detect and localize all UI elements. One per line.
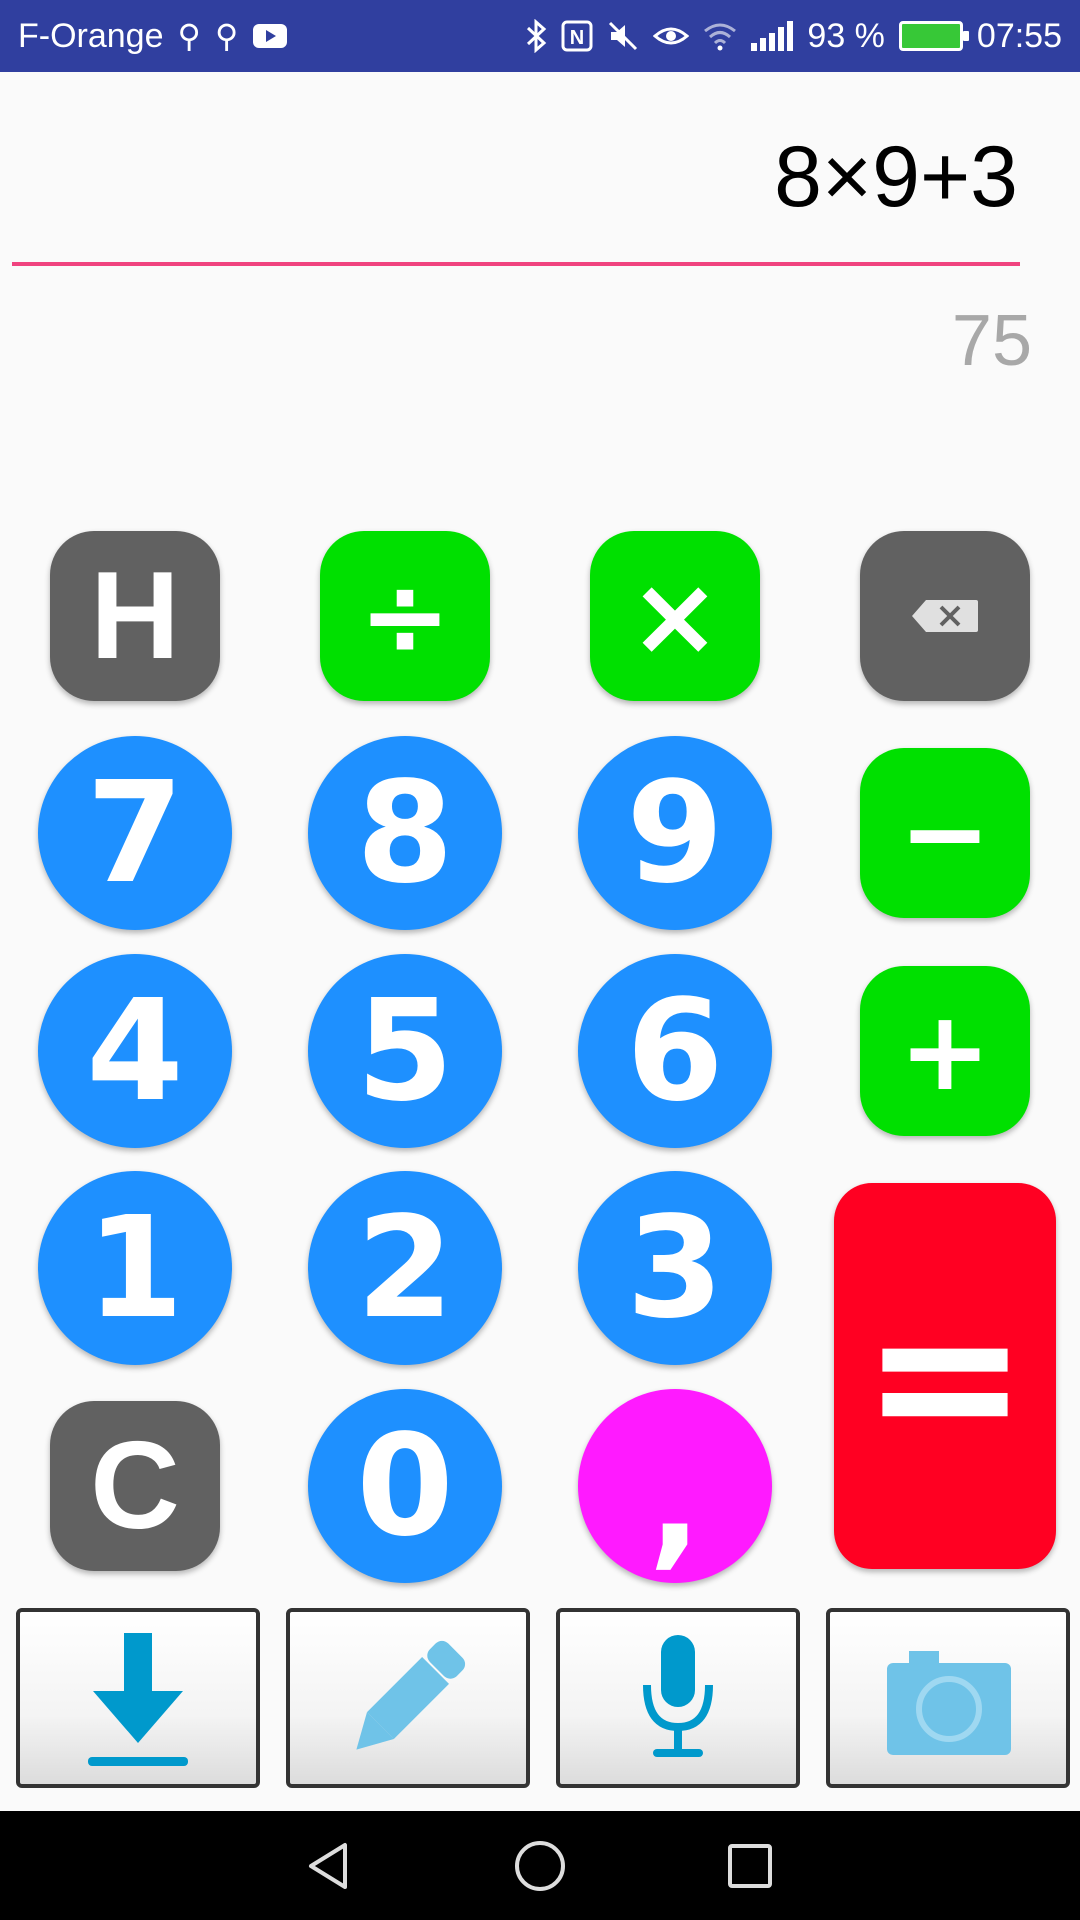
back-button[interactable] bbox=[300, 1836, 360, 1896]
digit-7-label: 7 bbox=[86, 751, 184, 915]
save-button[interactable] bbox=[16, 1608, 260, 1788]
recents-button[interactable] bbox=[720, 1836, 780, 1896]
home-button[interactable] bbox=[510, 1836, 570, 1896]
digit-5-label: 5 bbox=[356, 969, 454, 1133]
digit-9-button[interactable]: 9 bbox=[578, 736, 772, 930]
plus-button-label: + bbox=[898, 987, 992, 1115]
digit-6-button[interactable]: 6 bbox=[578, 954, 772, 1148]
history-button[interactable]: H bbox=[50, 531, 220, 701]
plus-button[interactable]: + bbox=[860, 966, 1030, 1136]
recents-icon bbox=[728, 1843, 772, 1888]
status-left: F-Orange ⚲ ⚲ bbox=[18, 17, 288, 56]
clear-button-label: C bbox=[90, 1417, 180, 1555]
signal-strength-icon bbox=[751, 21, 794, 51]
equals-button-label: = bbox=[861, 1259, 1029, 1493]
voice-input-button[interactable] bbox=[556, 1608, 800, 1788]
minus-button-label: − bbox=[898, 769, 992, 897]
digit-4-label: 4 bbox=[86, 969, 184, 1133]
digit-7-button[interactable]: 7 bbox=[38, 736, 232, 930]
backspace-icon bbox=[912, 600, 978, 632]
digit-8-button[interactable]: 8 bbox=[308, 736, 502, 930]
expression-input[interactable]: 8×9+3 bbox=[774, 128, 1018, 227]
battery-icon bbox=[898, 21, 969, 51]
digit-3-button[interactable]: 3 bbox=[578, 1171, 772, 1365]
wifi-icon bbox=[704, 23, 737, 51]
camera-button[interactable] bbox=[826, 1608, 1070, 1788]
digit-2-label: 2 bbox=[356, 1186, 454, 1350]
carrier-name: F-Orange bbox=[18, 16, 164, 55]
pencil-icon bbox=[356, 1640, 466, 1750]
bluetooth-icon bbox=[527, 19, 547, 53]
backspace-button[interactable] bbox=[860, 531, 1030, 701]
digit-1-button[interactable]: 1 bbox=[38, 1171, 232, 1365]
digit-0-button[interactable]: 0 bbox=[308, 1389, 502, 1583]
divide-button-label: ÷ bbox=[358, 552, 452, 680]
digit-2-button[interactable]: 2 bbox=[308, 1171, 502, 1365]
camera-icon bbox=[887, 1651, 1011, 1755]
multiply-button-label: × bbox=[628, 552, 722, 680]
digit-6-label: 6 bbox=[626, 969, 724, 1133]
result-preview: 75 bbox=[951, 301, 1032, 381]
digit-0-label: 0 bbox=[356, 1404, 454, 1568]
tool-bar bbox=[0, 1600, 1080, 1810]
status-right: N 93 % 07:55 bbox=[525, 17, 1062, 56]
digit-3-label: 3 bbox=[626, 1186, 724, 1350]
download-icon bbox=[88, 1633, 188, 1766]
comma-button[interactable]: , bbox=[578, 1389, 772, 1583]
eye-icon bbox=[653, 27, 690, 45]
minus-button[interactable]: − bbox=[860, 748, 1030, 918]
digit-8-label: 8 bbox=[356, 751, 454, 915]
battery-percent: 93 % bbox=[807, 16, 885, 55]
usb-icon: ⚲ bbox=[177, 18, 201, 54]
digit-4-button[interactable]: 4 bbox=[38, 954, 232, 1148]
microphone-icon bbox=[643, 1635, 713, 1757]
multiply-button[interactable]: × bbox=[590, 531, 760, 701]
svg-text:N: N bbox=[570, 27, 584, 49]
equals-button[interactable]: = bbox=[834, 1183, 1056, 1569]
clock: 07:55 bbox=[976, 16, 1062, 55]
edit-button[interactable] bbox=[286, 1608, 530, 1788]
status-bar: F-Orange ⚲ ⚲ N 93 % 07:55 bbox=[0, 0, 1080, 72]
history-button-label: H bbox=[90, 547, 180, 685]
input-underline bbox=[12, 262, 1020, 266]
back-icon bbox=[309, 1842, 347, 1889]
clear-button[interactable]: C bbox=[50, 1401, 220, 1571]
comma-button-label: , bbox=[648, 1421, 702, 1584]
digit-5-button[interactable]: 5 bbox=[308, 954, 502, 1148]
digit-9-label: 9 bbox=[626, 751, 724, 915]
usb-icon: ⚲ bbox=[214, 18, 239, 54]
divide-button[interactable]: ÷ bbox=[320, 531, 490, 701]
navigation-bar bbox=[0, 1811, 1080, 1920]
digit-1-label: 1 bbox=[86, 1186, 184, 1350]
youtube-icon bbox=[253, 24, 288, 48]
mute-icon bbox=[609, 21, 638, 51]
home-icon bbox=[515, 1840, 565, 1891]
nfc-icon: N bbox=[561, 20, 593, 52]
